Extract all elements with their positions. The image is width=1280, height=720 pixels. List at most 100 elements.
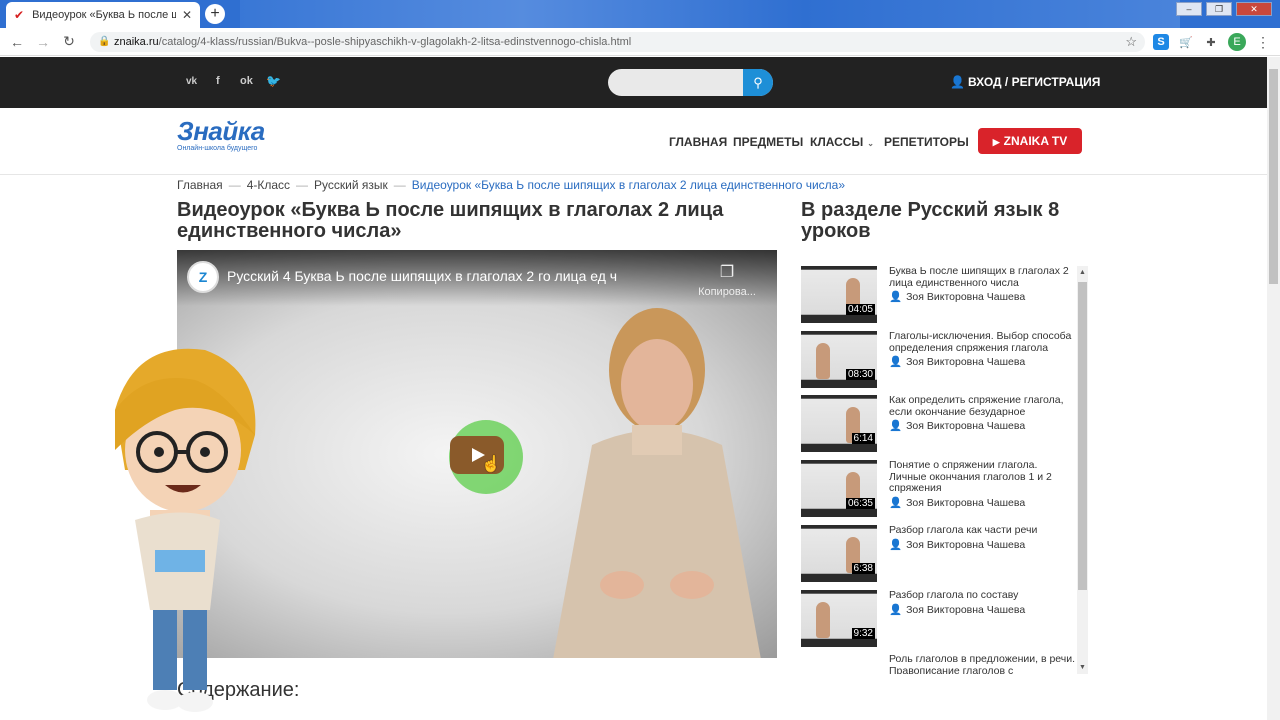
browser-menu-icon[interactable]: ⋮: [1255, 34, 1271, 50]
related-video-title[interactable]: Понятие о спряжении глагола. Личные окон…: [889, 459, 1077, 495]
related-video-item[interactable]: 9:32 Разбор глагола по составу 👤 Зоя Викто…: [801, 589, 1077, 650]
video-thumbnail[interactable]: 6:38: [801, 525, 877, 582]
scroll-down-icon[interactable]: ▼: [1079, 664, 1086, 671]
related-video-title[interactable]: Буква Ь после шипящих в глаголах 2 лица …: [889, 266, 1077, 289]
sidebar-title: В разделе Русский язык 8 уроков: [801, 199, 1060, 242]
video-thumbnail[interactable]: [801, 654, 877, 674]
related-video-author: Зоя Викторовна Чашева: [906, 356, 1026, 368]
site-navigation: Знайка Онлайн-школа будущего ГЛАВНАЯ ПРЕ…: [0, 108, 1267, 175]
related-video-title[interactable]: Как определить спряжение глагола, если о…: [889, 394, 1077, 418]
twitter-icon[interactable]: 🐦: [266, 74, 281, 88]
scroll-up-icon[interactable]: ▲: [1079, 269, 1086, 276]
author-icon: 👤: [889, 420, 903, 432]
thumbnail-figure: [816, 343, 830, 379]
related-video-author: Зоя Викторовна Чашева: [906, 291, 1026, 303]
bookmark-star-icon[interactable]: ☆: [1125, 32, 1137, 52]
browser-tab-bar: ✔ Видеоурок «Буква Ь после ши ✕ + – ❐ ✕: [0, 0, 1280, 28]
profile-avatar[interactable]: E: [1228, 33, 1246, 51]
tab-title: Видеоурок «Буква Ь после ши: [32, 9, 176, 21]
back-icon[interactable]: ←: [4, 34, 30, 50]
author-icon: 👤: [889, 496, 903, 509]
related-video-author: Зоя Викторовна Чашева: [906, 538, 1026, 551]
related-video-title[interactable]: Разбор глагола как части речи: [889, 524, 1077, 537]
video-duration: 6:14: [851, 433, 875, 444]
video-thumbnail[interactable]: 04:05: [801, 266, 877, 323]
login-link[interactable]: 👤 ВХОД / РЕГИСТРАЦИЯ: [950, 75, 1100, 89]
related-video-author: Зоя Викторовна Чашева: [906, 496, 1026, 509]
video-duration: 04:05: [845, 304, 875, 315]
new-tab-button[interactable]: +: [205, 4, 225, 24]
tabbar-background: [240, 0, 1180, 28]
pointer-cursor-icon: ☝: [481, 456, 501, 473]
lock-icon: 🔒: [98, 36, 111, 47]
nav-item-subjects[interactable]: ПРЕДМЕТЫ: [733, 135, 803, 149]
close-tab-icon[interactable]: ✕: [182, 8, 192, 22]
copy-label: Копирова...: [698, 286, 756, 298]
related-video-title[interactable]: Глаголы-исключения. Выбор способа опреде…: [889, 330, 1077, 354]
minimize-button[interactable]: –: [1176, 2, 1202, 16]
copy-link-button[interactable]: ❐ Копирова...: [695, 262, 759, 298]
znaika-tv-label: ZNAIKA TV: [1003, 134, 1068, 148]
vk-icon[interactable]: vk: [186, 76, 197, 87]
browser-tab[interactable]: ✔ Видеоурок «Буква Ь после ши ✕: [6, 2, 200, 28]
user-icon: 👤: [950, 75, 965, 89]
search-field[interactable]: ⚲: [608, 69, 773, 96]
nav-item-classes-label: КЛАССЫ: [810, 135, 864, 149]
breadcrumb-item-home[interactable]: Главная: [177, 178, 223, 192]
extensions-puzzle-icon[interactable]: ✚: [1203, 34, 1219, 50]
url-field[interactable]: 🔒 znaika.ru/catalog/4-klass/russian/Bukv…: [90, 32, 1145, 52]
related-videos-list: 04:05 Буква Ь после шипящих в глаголах 2…: [801, 266, 1077, 674]
cart-extension-icon[interactable]: 🛒: [1178, 34, 1194, 50]
nav-item-tutors[interactable]: РЕПЕТИТОРЫ: [884, 135, 969, 149]
video-thumbnail[interactable]: 6:14: [801, 395, 877, 452]
skype-extension-icon[interactable]: S: [1153, 34, 1169, 50]
url-path: /catalog/4-klass/russian/Bukva--posle-sh…: [158, 36, 632, 48]
breadcrumb: Главная — 4-Класс — Русский язык — Видеоурок «…: [177, 178, 845, 192]
logo-name: Знайка: [177, 116, 265, 146]
site-logo[interactable]: Знайка Онлайн-школа будущего: [177, 118, 265, 152]
window-controls: – ❐ ✕: [1176, 2, 1272, 16]
author-icon: 👤: [889, 356, 903, 368]
related-video-author: Зоя Викторовна Чашева: [906, 420, 1026, 432]
video-duration: 6:38: [851, 563, 875, 574]
site-top-bar: vk f ok 🐦 ⚲ 👤 ВХОД / РЕГИСТРАЦИЯ: [0, 57, 1267, 108]
reload-icon[interactable]: ↻: [56, 33, 82, 50]
related-video-item[interactable]: 6:38 Разбор глагола как части речи 👤 Зоя В…: [801, 524, 1077, 585]
related-video-item[interactable]: 6:14 Как определить спряжение глагола, е…: [801, 394, 1077, 455]
forward-icon[interactable]: →: [30, 34, 56, 50]
page-scrollbar-thumb[interactable]: [1269, 69, 1278, 284]
close-window-button[interactable]: ✕: [1236, 2, 1272, 16]
nav-item-home[interactable]: ГЛАВНАЯ: [669, 135, 727, 149]
search-icon[interactable]: ⚲: [743, 69, 773, 96]
odnoklassniki-icon[interactable]: ok: [240, 75, 253, 87]
breadcrumb-item-subject[interactable]: Русский язык: [314, 178, 388, 192]
login-label: ВХОД / РЕГИСТРАЦИЯ: [967, 75, 1101, 89]
related-list-scrollbar-thumb[interactable]: [1078, 282, 1087, 590]
video-thumbnail[interactable]: 9:32: [801, 590, 877, 647]
znaika-tv-button[interactable]: ▶ ZNAIKA TV: [978, 128, 1082, 154]
url-domain: znaika.ru: [114, 36, 159, 48]
facebook-icon[interactable]: f: [216, 75, 220, 87]
play-icon: ▶: [992, 137, 1000, 147]
related-video-title[interactable]: Роль глаголов в предложении, в речи. Пра…: [889, 653, 1077, 674]
logo-tagline: Онлайн-школа будущего: [177, 145, 258, 152]
related-video-title[interactable]: Разбор глагола по составу: [889, 589, 1077, 602]
nav-item-classes[interactable]: КЛАССЫ ⌄: [810, 135, 874, 149]
related-video-item[interactable]: 08:30 Глаголы-исключения. Выбор способа …: [801, 330, 1077, 391]
page-scrollbar[interactable]: [1267, 57, 1280, 720]
video-duration: 08:30: [845, 369, 875, 380]
copy-icon: ❐: [719, 264, 735, 281]
video-thumbnail[interactable]: 08:30: [801, 331, 877, 388]
breadcrumb-separator: —: [228, 178, 241, 192]
maximize-button[interactable]: ❐: [1206, 2, 1232, 16]
related-video-item[interactable]: Роль глаголов в предложении, в речи. Пра…: [801, 653, 1077, 674]
breadcrumb-item-class[interactable]: 4-Класс: [247, 178, 290, 192]
video-title[interactable]: Русский 4 Буква Ь после шипящих в глагол…: [227, 268, 617, 284]
related-video-item[interactable]: 06:35 Понятие о спряжении глагола. Личны…: [801, 459, 1077, 520]
breadcrumb-separator: —: [296, 178, 309, 192]
video-duration: 9:32: [851, 628, 875, 639]
channel-avatar[interactable]: Z: [187, 261, 219, 293]
related-video-item[interactable]: 04:05 Буква Ь после шипящих в глаголах 2…: [801, 266, 1077, 326]
mascot-character-image: [115, 348, 256, 712]
video-thumbnail[interactable]: 06:35: [801, 460, 877, 517]
